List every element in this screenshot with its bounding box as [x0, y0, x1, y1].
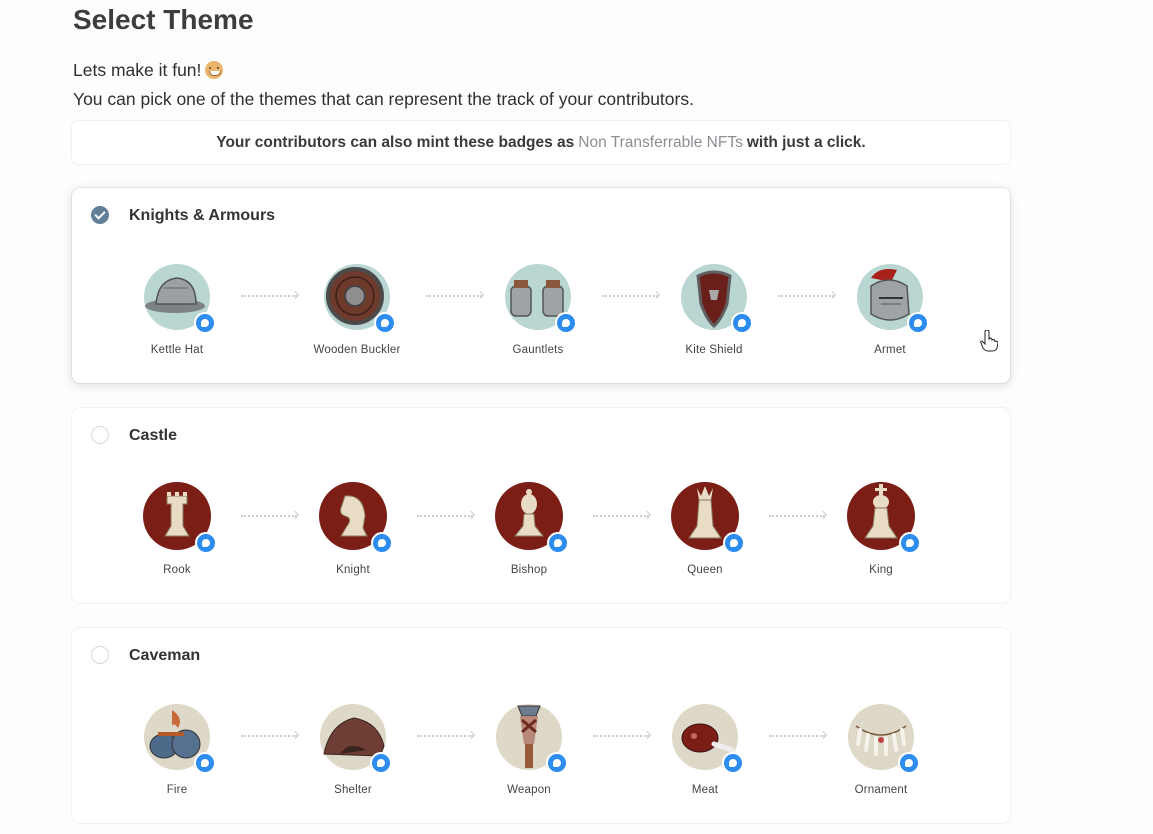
theme-card-castle[interactable]: Castle Rook Knight Bishop Queen King: [72, 408, 1010, 603]
badge-label: Weapon: [507, 784, 551, 796]
notice-text-before: Your contributors can also mint these ba…: [216, 133, 575, 151]
weapon-icon: [496, 704, 568, 774]
badge-label: Rook: [163, 564, 191, 576]
badge-wooden-buckler[interactable]: Wooden Buckler: [287, 264, 427, 356]
nft-notice-banner: Your contributors can also mint these ba…: [72, 121, 1010, 164]
nft-badge-icon: [555, 312, 577, 334]
nft-badge-icon: [546, 752, 568, 774]
intro-line-2: You can pick one of the themes that can …: [73, 89, 694, 109]
armet-icon: [857, 264, 929, 334]
badge-fire[interactable]: Fire: [107, 704, 247, 796]
theme-name: Caveman: [129, 647, 201, 664]
hand-pointer-cursor-icon: [980, 329, 999, 357]
badge-armet[interactable]: Armet: [820, 264, 960, 356]
nft-badge-icon: [374, 312, 396, 334]
intro-line-1: Lets make it fun!: [73, 60, 202, 80]
nft-badge-icon: [723, 532, 745, 554]
badge-queen[interactable]: Queen: [635, 482, 775, 576]
theme-name: Knights & Armours: [129, 207, 276, 224]
queen-icon: [671, 482, 745, 554]
theme-radio-castle[interactable]: [91, 426, 109, 444]
badge-label: Meat: [691, 784, 719, 796]
badge-label: Bishop: [510, 564, 548, 576]
badge-label: Gauntlets: [512, 344, 564, 356]
nft-badge-icon: [898, 752, 920, 774]
badge-knight[interactable]: Knight: [283, 482, 423, 576]
badge-label: Shelter: [334, 784, 372, 796]
nft-badge-icon: [194, 752, 216, 774]
theme-radio-knights-armours[interactable]: [91, 206, 109, 224]
meat-icon: [672, 704, 744, 774]
rook-icon: [143, 482, 217, 554]
king-icon: [847, 482, 921, 554]
badge-kite-shield[interactable]: Kite Shield: [644, 264, 784, 356]
badge-label: Armet: [874, 344, 906, 356]
badge-king[interactable]: King: [811, 482, 951, 576]
badge-label: King: [869, 564, 893, 576]
shelter-icon: [320, 704, 392, 774]
ornament-icon: [848, 704, 920, 774]
nft-badge-icon: [722, 752, 744, 774]
nft-badge-icon: [194, 312, 216, 334]
kettle-hat-icon: [144, 264, 216, 334]
page-title: Select Theme: [73, 4, 254, 35]
badge-label: Wooden Buckler: [313, 344, 401, 356]
kite-shield-icon: [681, 264, 753, 334]
badge-shelter[interactable]: Shelter: [283, 704, 423, 796]
wooden-buckler-icon: [324, 264, 396, 334]
nft-badge-icon: [370, 752, 392, 774]
nft-badge-icon: [371, 532, 393, 554]
badge-label: Knight: [336, 564, 370, 576]
nft-badge-icon: [907, 312, 929, 334]
nft-badge-icon: [731, 312, 753, 334]
theme-name: Castle: [129, 427, 178, 444]
badge-label: Fire: [166, 784, 188, 796]
grinning-face-emoji-icon: [205, 61, 224, 79]
theme-card-caveman[interactable]: Caveman Fire Shelter Weapon Meat Ornamen…: [72, 628, 1010, 823]
badge-rook[interactable]: Rook: [107, 482, 247, 576]
badge-ornament[interactable]: Ornament: [811, 704, 951, 796]
badge-weapon[interactable]: Weapon: [459, 704, 599, 796]
knight-icon: [319, 482, 393, 554]
bishop-icon: [495, 482, 569, 554]
nft-link[interactable]: Non Transferrable NFTs: [578, 134, 743, 152]
theme-card-knights-armours[interactable]: Knights & Armours Kettle Hat Wooden Buck…: [72, 188, 1010, 383]
badge-label: Kettle Hat: [150, 344, 204, 356]
nft-badge-icon: [195, 532, 217, 554]
theme-radio-caveman[interactable]: [91, 646, 109, 664]
badge-label: Kite Shield: [685, 344, 743, 356]
badge-label: Queen: [687, 564, 723, 576]
badge-gauntlets[interactable]: Gauntlets: [468, 264, 608, 356]
badge-kettle-hat[interactable]: Kettle Hat: [107, 264, 247, 356]
fire-icon: [144, 704, 216, 774]
badge-label: Ornament: [854, 784, 908, 796]
notice-text-after: with just a click.: [746, 133, 866, 151]
gauntlets-icon: [505, 264, 577, 334]
badge-bishop[interactable]: Bishop: [459, 482, 599, 576]
intro-text: Lets make it fun! You can pick one of th…: [73, 56, 694, 114]
nft-badge-icon: [899, 532, 921, 554]
nft-badge-icon: [547, 532, 569, 554]
badge-meat[interactable]: Meat: [635, 704, 775, 796]
